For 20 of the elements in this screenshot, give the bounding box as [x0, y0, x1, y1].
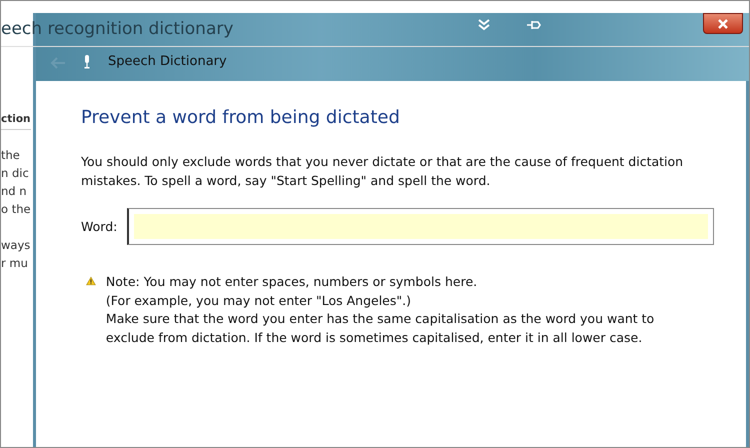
word-input-field[interactable]: [127, 208, 714, 245]
microphone-icon: [84, 55, 90, 69]
close-button[interactable]: [703, 13, 743, 34]
pin-icon[interactable]: [526, 19, 542, 31]
text-line: the: [1, 148, 20, 164]
page-heading: Prevent a word from being dictated: [81, 107, 401, 128]
description-text: You should only exclude words that you never dictate or that are the cause of frequent dictation mistakes. To spell a word, say "Start Spelling" and spell the word.: [81, 153, 684, 190]
note-text: (For example, you may not enter "Los Angeles".): [106, 292, 412, 310]
text-line: o the: [1, 202, 31, 218]
text-line: n dic: [1, 166, 29, 182]
text-line: r mu: [1, 256, 28, 272]
column-header: ction: [1, 113, 31, 130]
note-text: Note: You may not enter spaces, numbers or symbols here.: [106, 273, 478, 291]
text-line: nd n: [1, 184, 27, 200]
note-text: Make sure that the word you enter has the same capitalisation as the word you want to exclude from dictation. If the word is sometimes capitalised, enter it in all lower case.: [106, 310, 656, 347]
text-line: ways: [1, 238, 30, 254]
dialog-title: Speech Dictionary: [108, 54, 227, 69]
field-label: Word:: [81, 219, 118, 234]
collapse-icon[interactable]: [478, 19, 490, 31]
close-icon: [718, 18, 728, 28]
